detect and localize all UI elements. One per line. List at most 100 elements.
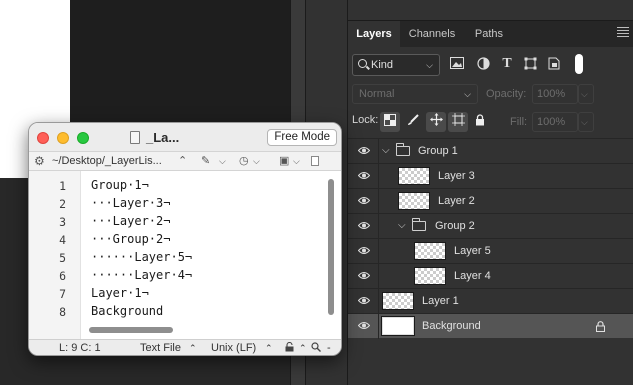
eye-icon[interactable] [358,296,370,305]
layer-name: Layer 2 [438,195,475,207]
chevron-updown-icon: ⌃ [265,343,273,353]
chevron-updown-icon[interactable]: ⌃ [178,154,187,167]
close-button[interactable] [37,132,49,144]
navigation-bar: ⚙ ~/Desktop/_LayerLis... ⌃ ✎ ⌵ ◷ ⌵ ▣ ⌵ [29,151,341,171]
filter-row: Kind ⌵ T [352,54,629,76]
history-icon[interactable]: ◷ [239,154,249,167]
text-line[interactable]: Group·1¬ [91,178,149,192]
filter-kind-label: Kind [371,59,394,71]
window-titlebar[interactable]: _La... Free Mode [29,123,341,151]
maximize-button[interactable] [77,132,89,144]
layer-row-group-2[interactable]: ⌵ Group 2 [348,213,633,239]
layer-name: Background [422,320,481,332]
opacity-dropdown[interactable]: ⌵ [578,84,594,104]
eye-icon[interactable] [358,246,370,255]
text-line[interactable]: ···Layer·2¬ [91,214,170,228]
line-endings-select[interactable]: Unix (LF) [211,342,256,354]
lock-image-pixels-icon[interactable] [403,112,423,132]
row-separator [378,264,379,289]
eye-icon[interactable] [358,271,370,280]
type-filter-icon[interactable]: T [500,57,514,71]
fill-value: 100% [537,116,566,128]
layer-row-background[interactable]: Background [348,313,633,339]
cursor-position: L: 9 C: 1 [59,342,101,354]
zoom-options-icon[interactable]: - [327,342,331,354]
lock-position-icon[interactable] [426,112,446,132]
text-line[interactable]: ······Layer·5¬ [91,250,192,264]
chevron-down-icon[interactable]: ⌵ [398,220,406,231]
text-line[interactable]: ······Layer·4¬ [91,268,192,282]
split-view-icon[interactable]: ▣ [279,154,289,167]
minimize-button[interactable] [57,132,69,144]
eye-icon[interactable] [358,221,370,230]
lock-all-icon[interactable] [470,112,490,132]
zoom-icon[interactable] [311,342,321,355]
lock-row: Lock: Fill: 100% ⌵ [352,110,629,134]
row-separator [378,239,379,264]
layer-thumbnail [414,267,446,285]
pixel-filter-icon[interactable] [450,57,464,71]
lock-icon [596,321,605,332]
blend-row: Normal ⌵ Opacity: 100% ⌵ [352,84,629,104]
horizontal-scrollbar[interactable] [89,327,173,333]
lock-transparent-pixels-icon[interactable] [380,112,400,132]
layer-row-layer-1[interactable]: Layer 1 [348,288,633,314]
adjustment-filter-icon[interactable] [476,57,490,71]
vertical-scrollbar[interactable] [328,179,334,315]
layer-name: Layer 4 [454,270,491,282]
panel-tab-bar: Layers Channels Paths [348,20,633,48]
filter-kind-select[interactable]: Kind ⌵ [352,54,440,76]
line-number: 7 [59,287,66,301]
layer-row-layer-5[interactable]: Layer 5 [348,238,633,264]
opacity-label: Opacity: [486,88,527,100]
opacity-value: 100% [537,88,566,100]
fill-label: Fill: [510,116,528,128]
layer-name: Group 2 [435,220,475,232]
window-title: _La... [146,130,180,145]
chevron-down-icon[interactable]: ⌵ [382,145,390,156]
text-line[interactable]: Layer·1¬ [91,286,149,300]
fill-dropdown[interactable]: ⌵ [578,112,594,132]
lock-icon[interactable] [285,341,294,355]
text-line[interactable]: ···Layer·3¬ [91,196,170,210]
document-info-icon[interactable] [311,156,319,166]
filter-toggle-switch[interactable] [575,54,583,74]
eye-icon[interactable] [358,146,370,155]
line-number: 1 [59,179,66,193]
chevron-down-icon[interactable]: ⌵ [219,156,226,167]
text-line[interactable]: ···Group·2¬ [91,232,170,246]
layer-row-layer-3[interactable]: Layer 3 [348,163,633,189]
free-mode-button[interactable]: Free Mode [267,129,337,146]
tab-paths[interactable]: Paths [464,21,514,48]
layer-row-group-1[interactable]: ⌵ Group 1 [348,138,633,164]
fill-field[interactable]: 100% [532,112,578,132]
status-bar: L: 9 C: 1 Text File ⌃ Unix (LF) ⌃ ⌃ - [29,339,341,355]
shape-filter-icon[interactable] [523,57,537,71]
layer-row-layer-2[interactable]: Layer 2 [348,188,633,214]
chevron-updown-icon: ⌃ [189,343,197,353]
eye-icon[interactable] [358,171,370,180]
eye-icon[interactable] [358,321,370,330]
folder-icon [412,218,426,231]
chevron-down-icon[interactable]: ⌵ [253,156,260,167]
line-number: 6 [59,269,66,283]
tab-layers[interactable]: Layers [348,21,400,48]
eye-icon[interactable] [358,196,370,205]
gear-icon[interactable]: ⚙ [34,154,45,168]
panel-menu-icon[interactable] [617,27,629,39]
smart-object-filter-icon[interactable] [547,57,561,71]
layer-row-layer-4[interactable]: Layer 4 [348,263,633,289]
syntax-select[interactable]: Text File [140,342,181,354]
lock-artboard-icon[interactable] [448,112,468,132]
chevron-down-icon[interactable]: ⌵ [293,156,300,167]
bookmark-icon[interactable]: ✎ [201,154,210,167]
layer-name: Group 1 [418,145,458,157]
text-line[interactable]: Background [91,304,163,318]
opacity-field[interactable]: 100% [532,84,578,104]
line-number: 3 [59,215,66,229]
row-separator [378,189,379,214]
tab-channels[interactable]: Channels [400,21,464,48]
file-path[interactable]: ~/Desktop/_LayerLis... [52,155,162,167]
blend-mode-select[interactable]: Normal ⌵ [352,84,478,104]
row-separator [378,314,379,339]
